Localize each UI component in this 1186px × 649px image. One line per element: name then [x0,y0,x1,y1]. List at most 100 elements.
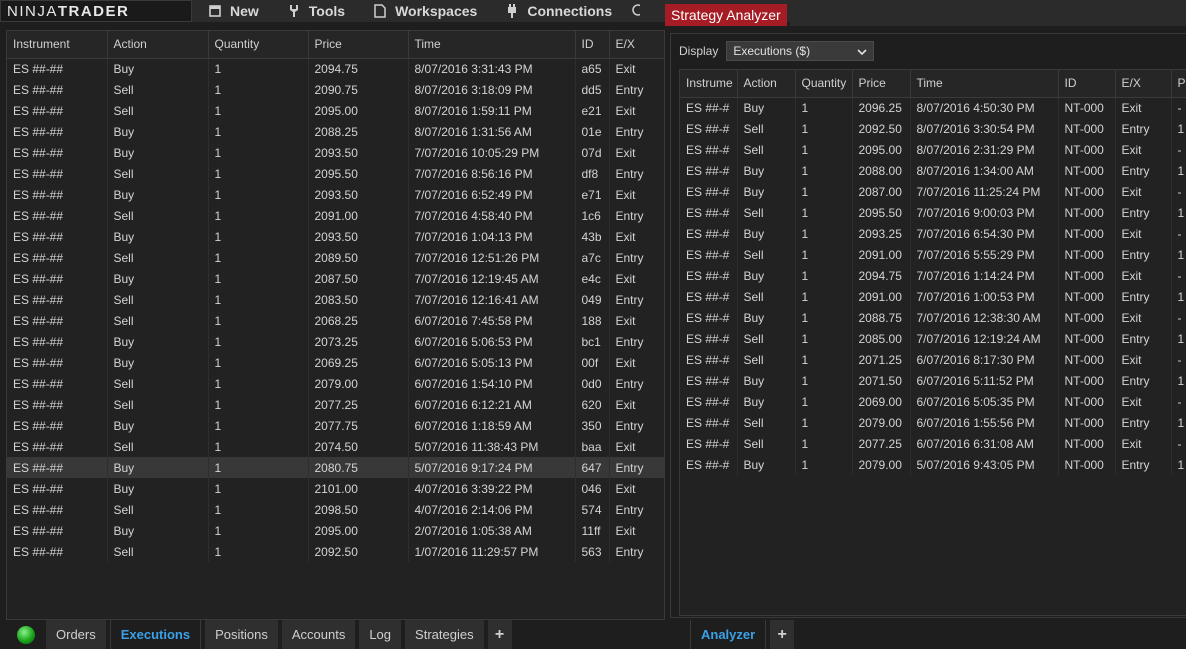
table-row[interactable]: ES ##-# Buy 1 2093.25 7/07/2016 6:54:30 PM NT… [680,223,1186,244]
table-row[interactable]: ES ##-# Sell 1 2091.00 7/07/2016 5:55:29 PM N… [680,244,1186,265]
table-row[interactable]: ES ##-# Buy 1 2088.75 7/07/2016 12:38:30 AM N… [680,307,1186,328]
table-row[interactable]: ES ##-# Buy 1 2087.00 7/07/2016 11:25:24 PM N… [680,181,1186,202]
analyzer-column-header-time[interactable]: Time [910,70,1059,98]
column-header-price[interactable]: Price [308,31,409,59]
table-row[interactable]: ES ##-# Sell 1 2091.00 7/07/2016 1:00:53 PM N… [680,286,1186,307]
table-row[interactable]: ES ##-## Buy 1 2095.00 2/07/2016 1:05:38 AM 1… [7,520,664,541]
strategy-analyzer-title[interactable]: Strategy Analyzer [665,4,787,26]
table-cell: 1 [1171,370,1186,391]
analyzer-column-header-e-x[interactable]: E/X [1115,70,1172,98]
table-row[interactable]: ES ##-## Sell 1 2068.25 6/07/2016 7:45:58 PM… [7,310,664,331]
table-row[interactable]: ES ##-## Sell 1 2077.25 6/07/2016 6:12:21 AM… [7,394,664,415]
table-cell: Buy [107,352,209,373]
connection-status-icon [6,620,46,649]
table-row[interactable]: ES ##-## Buy 1 2077.75 6/07/2016 1:18:59 AM 3… [7,415,664,436]
table-row[interactable]: ES ##-# Buy 1 2088.00 8/07/2016 1:34:00 AM NT… [680,160,1186,181]
tab-executions[interactable]: Executions [109,620,202,649]
table-cell: ES ##-## [7,121,108,142]
column-header-quantity[interactable]: Quantity [208,31,309,59]
table-row[interactable]: ES ##-## Sell 1 2079.00 6/07/2016 1:54:10 PM… [7,373,664,394]
table-row[interactable]: ES ##-## Sell 1 2095.00 8/07/2016 1:59:11 PM… [7,100,664,121]
table-cell: 2093.50 [308,184,409,205]
tab-strategies[interactable]: Strategies [405,620,484,649]
table-row[interactable]: ES ##-# Sell 1 2085.00 7/07/2016 12:19:24 AM… [680,328,1186,349]
table-row[interactable]: ES ##-# Buy 1 2079.00 5/07/2016 9:43:05 PM NT… [680,454,1186,475]
table-cell: ES ##-# [680,223,738,244]
menu-tools[interactable]: Tools [271,0,357,22]
tab-orders[interactable]: Orders [46,620,106,649]
table-row[interactable]: ES ##-## Sell 1 2074.50 5/07/2016 11:38:43 P… [7,436,664,457]
table-row[interactable]: ES ##-## Sell 1 2090.75 8/07/2016 3:18:09 PM… [7,79,664,100]
menu-new-label: New [230,3,259,19]
table-row[interactable]: ES ##-## Buy 1 2073.25 6/07/2016 5:06:53 PM b… [7,331,664,352]
column-header-action[interactable]: Action [107,31,209,59]
analyzer-column-header-quantity[interactable]: Quantity [795,70,853,98]
menu-workspaces[interactable]: Workspaces [357,0,489,22]
table-row[interactable]: ES ##-## Buy 1 2087.50 7/07/2016 12:19:45 AM… [7,268,664,289]
table-row[interactable]: ES ##-## Sell 1 2095.50 7/07/2016 8:56:16 PM… [7,163,664,184]
table-row[interactable]: ES ##-# Buy 1 2071.50 6/07/2016 5:11:52 PM NT… [680,370,1186,391]
table-row[interactable]: ES ##-# Sell 1 2092.50 8/07/2016 3:30:54 PM N… [680,118,1186,139]
table-cell: 1 [208,121,309,142]
menu-overflow-icon[interactable] [630,3,644,20]
table-cell: 8/07/2016 3:18:09 PM [408,79,576,100]
table-cell: 2092.50 [308,541,409,562]
table-cell: 2088.00 [852,160,911,181]
table-row[interactable]: ES ##-# Buy 1 2069.00 6/07/2016 5:05:35 PM NT… [680,391,1186,412]
table-row[interactable]: ES ##-## Buy 1 2088.25 8/07/2016 1:31:56 AM 0… [7,121,664,142]
display-dropdown[interactable]: Executions ($) [726,41,875,61]
tab-positions[interactable]: Positions [205,620,278,649]
analyzer-column-header-instrume[interactable]: Instrume [680,70,738,98]
table-cell: 1 [208,373,309,394]
table-cell: Entry [609,457,664,478]
table-cell: 6/07/2016 6:12:21 AM [408,394,576,415]
table-cell: 2079.00 [308,373,409,394]
display-dropdown-value: Executions ($) [733,44,811,58]
table-row[interactable]: ES ##-## Buy 1 2094.75 8/07/2016 3:31:43 PM a… [7,58,664,79]
analyzer-column-header-p[interactable]: P [1171,70,1186,98]
table-row[interactable]: ES ##-# Sell 1 2079.00 6/07/2016 1:55:56 PM N… [680,412,1186,433]
add-tab-button[interactable]: + [487,620,512,649]
table-row[interactable]: ES ##-# Buy 1 2094.75 7/07/2016 1:14:24 PM NT… [680,265,1186,286]
table-cell: 5/07/2016 9:17:24 PM [408,457,576,478]
menu-new[interactable]: New [192,0,271,22]
table-row[interactable]: ES ##-## Sell 1 2091.00 7/07/2016 4:58:40 PM… [7,205,664,226]
tab-analyzer[interactable]: Analyzer [690,620,767,649]
table-row[interactable]: ES ##-# Sell 1 2095.00 8/07/2016 2:31:29 PM N… [680,139,1186,160]
table-cell: 1 [1171,118,1186,139]
table-row[interactable]: ES ##-## Buy 1 2093.50 7/07/2016 10:05:29 PM… [7,142,664,163]
table-row[interactable]: ES ##-## Sell 1 2098.50 4/07/2016 2:14:06 PM… [7,499,664,520]
table-row[interactable]: ES ##-## Buy 1 2080.75 5/07/2016 9:17:24 PM 6… [7,457,664,478]
table-row[interactable]: ES ##-# Sell 1 2071.25 6/07/2016 8:17:30 PM N… [680,349,1186,370]
analyzer-add-tab-button[interactable]: + [770,620,795,649]
table-row[interactable]: ES ##-## Buy 1 2101.00 4/07/2016 3:39:22 PM 0… [7,478,664,499]
table-row[interactable]: ES ##-## Sell 1 2092.50 1/07/2016 11:29:57 P… [7,541,664,562]
table-row[interactable]: ES ##-## Sell 1 2083.50 7/07/2016 12:16:41 A… [7,289,664,310]
table-cell: Entry [609,247,664,268]
analyzer-column-header-action[interactable]: Action [737,70,796,98]
table-cell: 2090.75 [308,79,409,100]
table-row[interactable]: ES ##-## Buy 1 2093.50 7/07/2016 1:04:13 PM 4… [7,226,664,247]
table-row[interactable]: ES ##-## Buy 1 2093.50 7/07/2016 6:52:49 PM e… [7,184,664,205]
table-row[interactable]: ES ##-# Sell 1 2095.50 7/07/2016 9:00:03 PM N… [680,202,1186,223]
column-header-id[interactable]: ID [575,31,610,59]
table-row[interactable]: ES ##-## Sell 1 2089.50 7/07/2016 12:51:26 P… [7,247,664,268]
table-row[interactable]: ES ##-## Buy 1 2069.25 6/07/2016 5:05:13 PM 0… [7,352,664,373]
menu-connections[interactable]: Connections [489,0,624,22]
table-cell: Exit [609,478,664,499]
table-row[interactable]: ES ##-# Sell 1 2077.25 6/07/2016 6:31:08 AM N… [680,433,1186,454]
column-header-e-x[interactable]: E/X [609,31,664,59]
table-cell: 8/07/2016 1:31:56 AM [408,121,576,142]
table-cell: Buy [107,457,209,478]
tab-log[interactable]: Log [359,620,402,649]
analyzer-column-header-id[interactable]: ID [1058,70,1116,98]
column-header-instrument[interactable]: Instrument [7,31,108,59]
table-cell: 6/07/2016 7:45:58 PM [408,310,576,331]
tab-accounts[interactable]: Accounts [281,620,356,649]
table-row[interactable]: ES ##-# Buy 1 2096.25 8/07/2016 4:50:30 PM NT… [680,97,1186,118]
analyzer-column-header-price[interactable]: Price [852,70,911,98]
column-header-time[interactable]: Time [408,31,576,59]
table-cell: Entry [1115,370,1172,391]
table-cell: ES ##-# [680,202,738,223]
table-cell: 2095.00 [308,520,409,541]
